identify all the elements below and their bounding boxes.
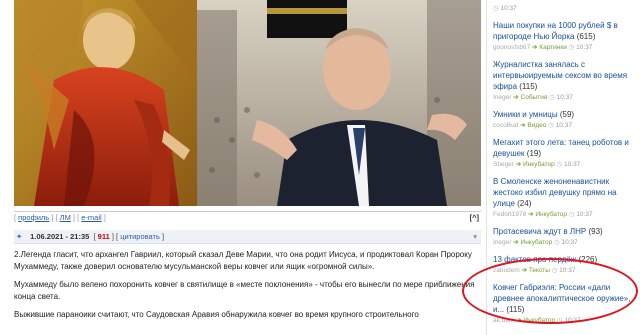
news-title-link[interactable]: 13 фактов про пердёж xyxy=(493,255,576,264)
sidebar-news-item[interactable]: В Смоленске женоненавистник жестоко изби… xyxy=(491,173,640,223)
news-time: 10:37 xyxy=(555,122,572,129)
clock-icon: ◷ xyxy=(554,239,560,246)
author-link[interactable]: goonosfsb67 xyxy=(493,44,530,51)
news-time: 10:37 xyxy=(576,211,593,218)
author-link[interactable]: Ineger xyxy=(493,239,511,246)
category-link[interactable]: Картинки xyxy=(539,44,567,51)
news-meta: zabudem ➔ Тексты ◷ 10:37 xyxy=(493,266,638,276)
news-title-link[interactable]: Мегахит этого лета: танец роботов и деву… xyxy=(493,138,629,158)
news-meta: Ineger ➔ Инкубатор ◷ 10:37 xyxy=(493,238,638,248)
category-link[interactable]: Инкубатор xyxy=(523,317,555,324)
email-link[interactable]: e-mail xyxy=(81,213,101,222)
clock-icon: ◷ xyxy=(548,122,554,129)
post-body: 2.Легенда гласит, что архангел Гавриил, … xyxy=(14,249,481,327)
arrow-right-icon: ➔ xyxy=(516,317,522,324)
comment-count: (19) xyxy=(526,149,542,158)
comment-count: (59) xyxy=(559,110,575,119)
arrow-right-icon: ➔ xyxy=(528,211,534,218)
comment-count: (226) xyxy=(578,255,598,264)
sidebar-feed: ◷ 10:37 Наши покупки на 1000 рублей $ в п… xyxy=(486,0,640,335)
clock-icon: ◷ xyxy=(549,94,555,101)
sidebar-news-item[interactable]: Протасевича ждут в ЛНР (93) Ineger ➔ Инку… xyxy=(491,223,640,251)
news-title-link[interactable]: В Смоленске женоненавистник жестоко изби… xyxy=(493,177,617,208)
angel-painting-image xyxy=(14,0,197,206)
post-meta-bar: ✦ 1.06.2021 - 21:35 [ 911 ] [ цитировать… xyxy=(14,230,481,244)
sidebar-news-item[interactable]: Журналистка занялась с интервьюируемым с… xyxy=(491,56,640,106)
news-time: 10:37 xyxy=(564,317,581,324)
category-link[interactable]: Видео xyxy=(527,122,546,129)
post-date: 1.06.2021 - 21:35 xyxy=(30,232,90,241)
news-title-link[interactable]: Журналистка занялась с интервьюируемым с… xyxy=(493,60,627,91)
news-meta: ◷ 10:37 xyxy=(493,4,638,14)
news-title-link[interactable]: Умники и умницы xyxy=(493,110,558,119)
arrow-right-icon: ➔ xyxy=(532,44,538,51)
post-paragraph: Мухаммеду было велено похоронить ковчег … xyxy=(14,280,475,301)
arrow-right-icon: ➔ xyxy=(513,239,519,246)
news-meta: goonosfsb67 ➔ Картинки ◷ 10:37 xyxy=(493,43,638,53)
author-link[interactable]: Ineger xyxy=(493,94,511,101)
profile-link[interactable]: профиль xyxy=(18,213,49,222)
news-meta: ak.oam ➔ Инкубатор ◷ 10:37 xyxy=(493,316,638,326)
kaaba-and-man-image xyxy=(197,0,481,206)
news-time: 10:37 xyxy=(559,267,576,274)
author-link[interactable]: ak.oam xyxy=(493,317,514,324)
category-link[interactable]: Инкубатор xyxy=(535,211,567,218)
post-column: [ профиль ] [ ЛМ ] [ e-mail ] [^] ✦ 1.06… xyxy=(0,0,486,335)
comment-count: (115) xyxy=(506,305,525,314)
category-link[interactable]: Инкубатор xyxy=(523,161,555,168)
author-link[interactable]: cocoBud xyxy=(493,122,518,129)
arrow-right-icon: ➔ xyxy=(520,122,526,129)
author-link[interactable]: zabudem xyxy=(493,267,520,274)
clock-icon: ◷ xyxy=(568,44,575,51)
comment-count: (93) xyxy=(588,227,603,236)
news-time: 10:37 xyxy=(564,161,581,168)
comment-count: (115) xyxy=(519,82,538,91)
post-icon: ✦ xyxy=(16,232,23,241)
clock-icon: ◷ xyxy=(556,317,563,324)
post-profile-bar: [ профиль ] [ ЛМ ] [ e-mail ] [^] xyxy=(14,211,481,223)
chevron-down-icon[interactable]: ▾ xyxy=(473,230,477,244)
pm-link[interactable]: ЛМ xyxy=(60,213,71,222)
cite-link[interactable]: цитировать xyxy=(120,232,160,241)
author-link[interactable]: Fedort1978 xyxy=(493,211,526,218)
author-link[interactable]: Sbeger xyxy=(493,161,514,168)
category-link[interactable]: Инкубатор xyxy=(521,239,553,246)
clock-icon: ◷ xyxy=(556,161,563,168)
news-meta: Fedort1978 ➔ Инкубатор ◷ 10:37 xyxy=(493,210,638,220)
news-meta: Sbeger ➔ Инкубатор ◷ 10:37 xyxy=(493,160,638,170)
arrow-right-icon: ➔ xyxy=(515,161,522,168)
sidebar-news-item[interactable]: Наши покупки на 1000 рублей $ в пригород… xyxy=(491,17,640,56)
news-time: 10:37 xyxy=(561,239,578,246)
news-title-link[interactable]: Протасевича ждут в ЛНР xyxy=(493,227,586,236)
sidebar-news-item[interactable]: Умники и умницы (59) cocoBud ➔ Видео ◷ 10… xyxy=(491,106,640,134)
arrow-right-icon: ➔ xyxy=(521,267,528,274)
comment-count: (24) xyxy=(517,199,532,208)
sidebar-news-item[interactable]: Ковчег Габриэля: России «дали древнее ап… xyxy=(491,279,640,329)
clock-icon: ◷ xyxy=(551,267,558,274)
post-number[interactable]: 911 xyxy=(98,232,110,241)
news-meta: Ineger ➔ События ◷ 10:37 xyxy=(493,93,638,103)
news-time: 10:37 xyxy=(500,5,517,12)
sidebar-news-item[interactable]: 13 фактов про пердёж (226) zabudem ➔ Текс… xyxy=(491,251,640,279)
comment-count: (615) xyxy=(576,32,596,41)
post-paragraph: Выжившие параноики считают, что Саудовск… xyxy=(14,310,419,319)
category-link[interactable]: Тексты xyxy=(529,267,550,274)
post-paragraph: 2.Легенда гласит, что архангел Гавриил, … xyxy=(14,250,472,271)
clock-icon: ◷ xyxy=(568,211,575,218)
news-time: 10:37 xyxy=(556,94,573,101)
collapse-button[interactable]: [^] xyxy=(470,212,479,223)
news-time: 10:37 xyxy=(576,44,593,51)
arrow-right-icon: ➔ xyxy=(513,94,519,101)
sidebar-news-item[interactable]: Мегахит этого лета: танец роботов и деву… xyxy=(491,134,640,173)
category-link[interactable]: События xyxy=(521,94,548,101)
news-title-link[interactable]: Наши покупки на 1000 рублей $ в пригород… xyxy=(493,21,618,41)
clock-icon: ◷ xyxy=(493,5,499,12)
sidebar-news-item[interactable]: ◷ 10:37 xyxy=(491,0,640,17)
news-meta: cocoBud ➔ Видео ◷ 10:37 xyxy=(493,121,638,131)
